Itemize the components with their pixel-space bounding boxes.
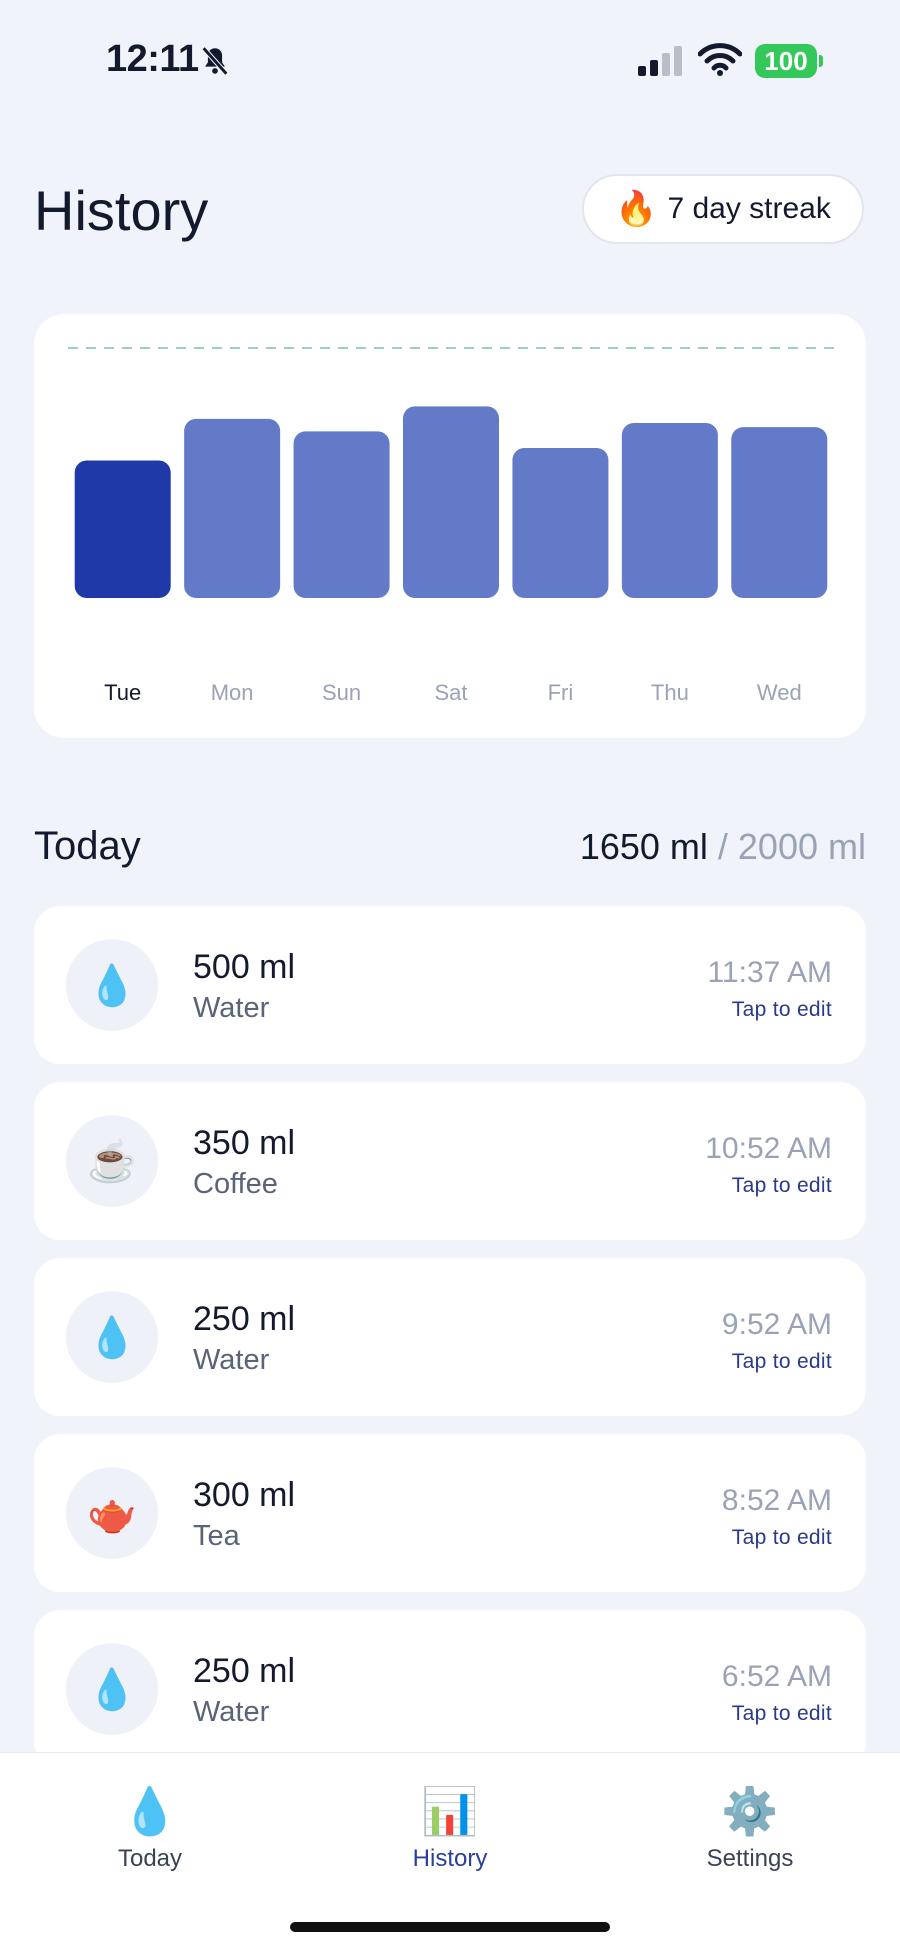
home-indicator[interactable]	[290, 1922, 610, 1932]
intake-entry[interactable]: 💧 250 ml Water 6:52 AM Tap to edit	[34, 1610, 866, 1768]
tap-to-edit-link[interactable]: Tap to edit	[732, 1526, 832, 1550]
tap-to-edit-link[interactable]: Tap to edit	[732, 998, 832, 1022]
tab-today[interactable]: 💧 Today	[50, 1783, 250, 1873]
cellular-signal-icon	[638, 46, 682, 76]
streak-label: 7 day streak	[667, 192, 831, 225]
tab-bar: 💧 Today 📊 History ⚙️ Settings	[0, 1752, 900, 1949]
page-title: History	[34, 179, 209, 242]
entry-time: 6:52 AM	[721, 1660, 832, 1693]
chart-bar-sun[interactable]	[293, 431, 390, 598]
intake-entry[interactable]: 💧 500 ml Water 11:37 AM Tap to edit	[34, 906, 866, 1064]
entry-time: 8:52 AM	[721, 1484, 832, 1517]
tab-label: Settings	[706, 1845, 794, 1872]
today-total-amount: 1650 ml	[579, 826, 708, 867]
today-total: 1650 ml / 2000 ml	[580, 826, 866, 868]
tab-label: History	[412, 1845, 488, 1872]
entry-type: Water	[193, 992, 270, 1024]
teapot-icon: 🫖	[66, 1467, 158, 1559]
intake-entry[interactable]: ☕ 350 ml Coffee 10:52 AM Tap to edit	[34, 1082, 866, 1240]
tap-to-edit-link[interactable]: Tap to edit	[732, 1174, 832, 1198]
battery-icon: 100	[755, 44, 817, 78]
entry-type: Water	[193, 1696, 270, 1728]
battery-tip	[819, 55, 823, 67]
entry-type: Water	[193, 1344, 270, 1376]
bell-slash-icon	[201, 46, 229, 76]
tab-history[interactable]: 📊 History	[350, 1783, 550, 1873]
today-heading: Today	[34, 824, 141, 868]
water-drop-icon: 💧	[66, 1291, 158, 1383]
chart-label-thu: Thu	[651, 680, 689, 705]
entry-time: 11:37 AM	[707, 956, 832, 989]
chart-bar-wed[interactable]	[731, 427, 828, 598]
chart-label-sun: Sun	[322, 680, 361, 705]
streak-badge[interactable]: 🔥 7 day streak	[582, 174, 864, 244]
tab-label: Today	[117, 1845, 183, 1872]
chart-label-tue: Tue	[104, 680, 141, 705]
tab-settings[interactable]: ⚙️ Settings	[650, 1783, 850, 1873]
wifi-icon	[698, 43, 742, 76]
intake-entry[interactable]: 🫖 300 ml Tea 8:52 AM Tap to edit	[34, 1434, 866, 1592]
flame-icon: 🔥	[615, 190, 658, 228]
chart-label-sat: Sat	[434, 680, 467, 705]
water-drop-icon: 💧	[121, 1785, 179, 1837]
chart-bar-mon[interactable]	[184, 418, 281, 598]
entry-amount: 250 ml	[193, 1652, 296, 1690]
entry-time: 9:52 AM	[721, 1308, 832, 1341]
status-bar: 12:11 100	[0, 0, 900, 120]
chart-bar-tue[interactable]	[74, 460, 171, 599]
chart-bar-sat[interactable]	[403, 406, 499, 598]
water-drop-icon: 💧	[66, 939, 158, 1031]
entry-type: Tea	[193, 1520, 240, 1552]
entry-time: 10:52 AM	[705, 1132, 832, 1165]
bar-chart-icon: 📊	[421, 1785, 479, 1837]
chart-bar-fri[interactable]	[512, 448, 609, 598]
status-time: 12:11	[106, 38, 199, 80]
today-goal: / 2000 ml	[707, 826, 866, 867]
entry-amount: 500 ml	[193, 948, 296, 986]
intake-entry[interactable]: 💧 250 ml Water 9:52 AM Tap to edit	[34, 1258, 866, 1416]
entry-amount: 300 ml	[193, 1476, 296, 1514]
chart-label-mon: Mon	[211, 680, 254, 705]
entry-amount: 250 ml	[193, 1300, 296, 1338]
entry-amount: 350 ml	[193, 1124, 296, 1162]
coffee-icon: ☕	[66, 1115, 158, 1207]
chart-bar-thu[interactable]	[621, 423, 718, 598]
intake-entry-list: 💧 500 ml Water 11:37 AM Tap to edit ☕ 350 ml Co…	[34, 906, 866, 1786]
tap-to-edit-link[interactable]: Tap to edit	[732, 1702, 832, 1726]
chart-label-wed: Wed	[757, 680, 802, 705]
water-drop-icon: 💧	[66, 1643, 158, 1735]
battery-level: 100	[764, 45, 808, 76]
tap-to-edit-link[interactable]: Tap to edit	[732, 1350, 832, 1374]
weekly-chart-card: Tue Mon Sun Sat Fri Thu Wed	[34, 314, 866, 738]
gear-icon: ⚙️	[721, 1785, 779, 1837]
entry-type: Coffee	[193, 1168, 278, 1200]
weekly-bar-chart: Tue Mon Sun Sat Fri Thu Wed	[68, 347, 834, 705]
chart-label-fri: Fri	[548, 680, 574, 705]
